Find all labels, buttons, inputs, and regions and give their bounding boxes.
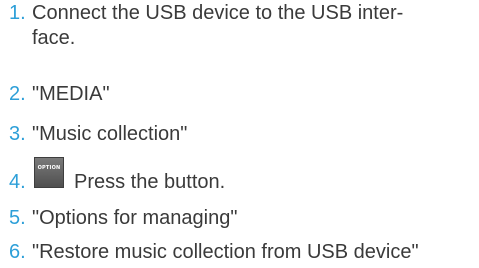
step-number: 6. bbox=[9, 241, 26, 263]
step-text-line: Connect the USB device to the USB inter- bbox=[32, 2, 404, 24]
step-text: Press the button. bbox=[74, 171, 226, 193]
option-button-label: OPTION bbox=[37, 165, 61, 171]
step-number: 5. bbox=[9, 207, 26, 229]
step-text-line: face. bbox=[32, 27, 76, 49]
step-number: 4. bbox=[9, 171, 26, 193]
step-text: "Restore music collection from USB devic… bbox=[32, 241, 419, 263]
step-number: 3. bbox=[9, 123, 26, 145]
instruction-steps-list: 1. Connect the USB device to the USB int… bbox=[0, 0, 479, 268]
option-button-icon: OPTION bbox=[34, 157, 64, 188]
step-number: 1. bbox=[9, 2, 26, 24]
step-number: 2. bbox=[9, 83, 26, 105]
step-text: Connect the USB device to the USB inter-… bbox=[32, 1, 403, 51]
step-text: "Options for managing" bbox=[32, 207, 238, 229]
step-text: "Music collection" bbox=[32, 123, 188, 145]
step-text: "MEDIA" bbox=[32, 83, 110, 105]
